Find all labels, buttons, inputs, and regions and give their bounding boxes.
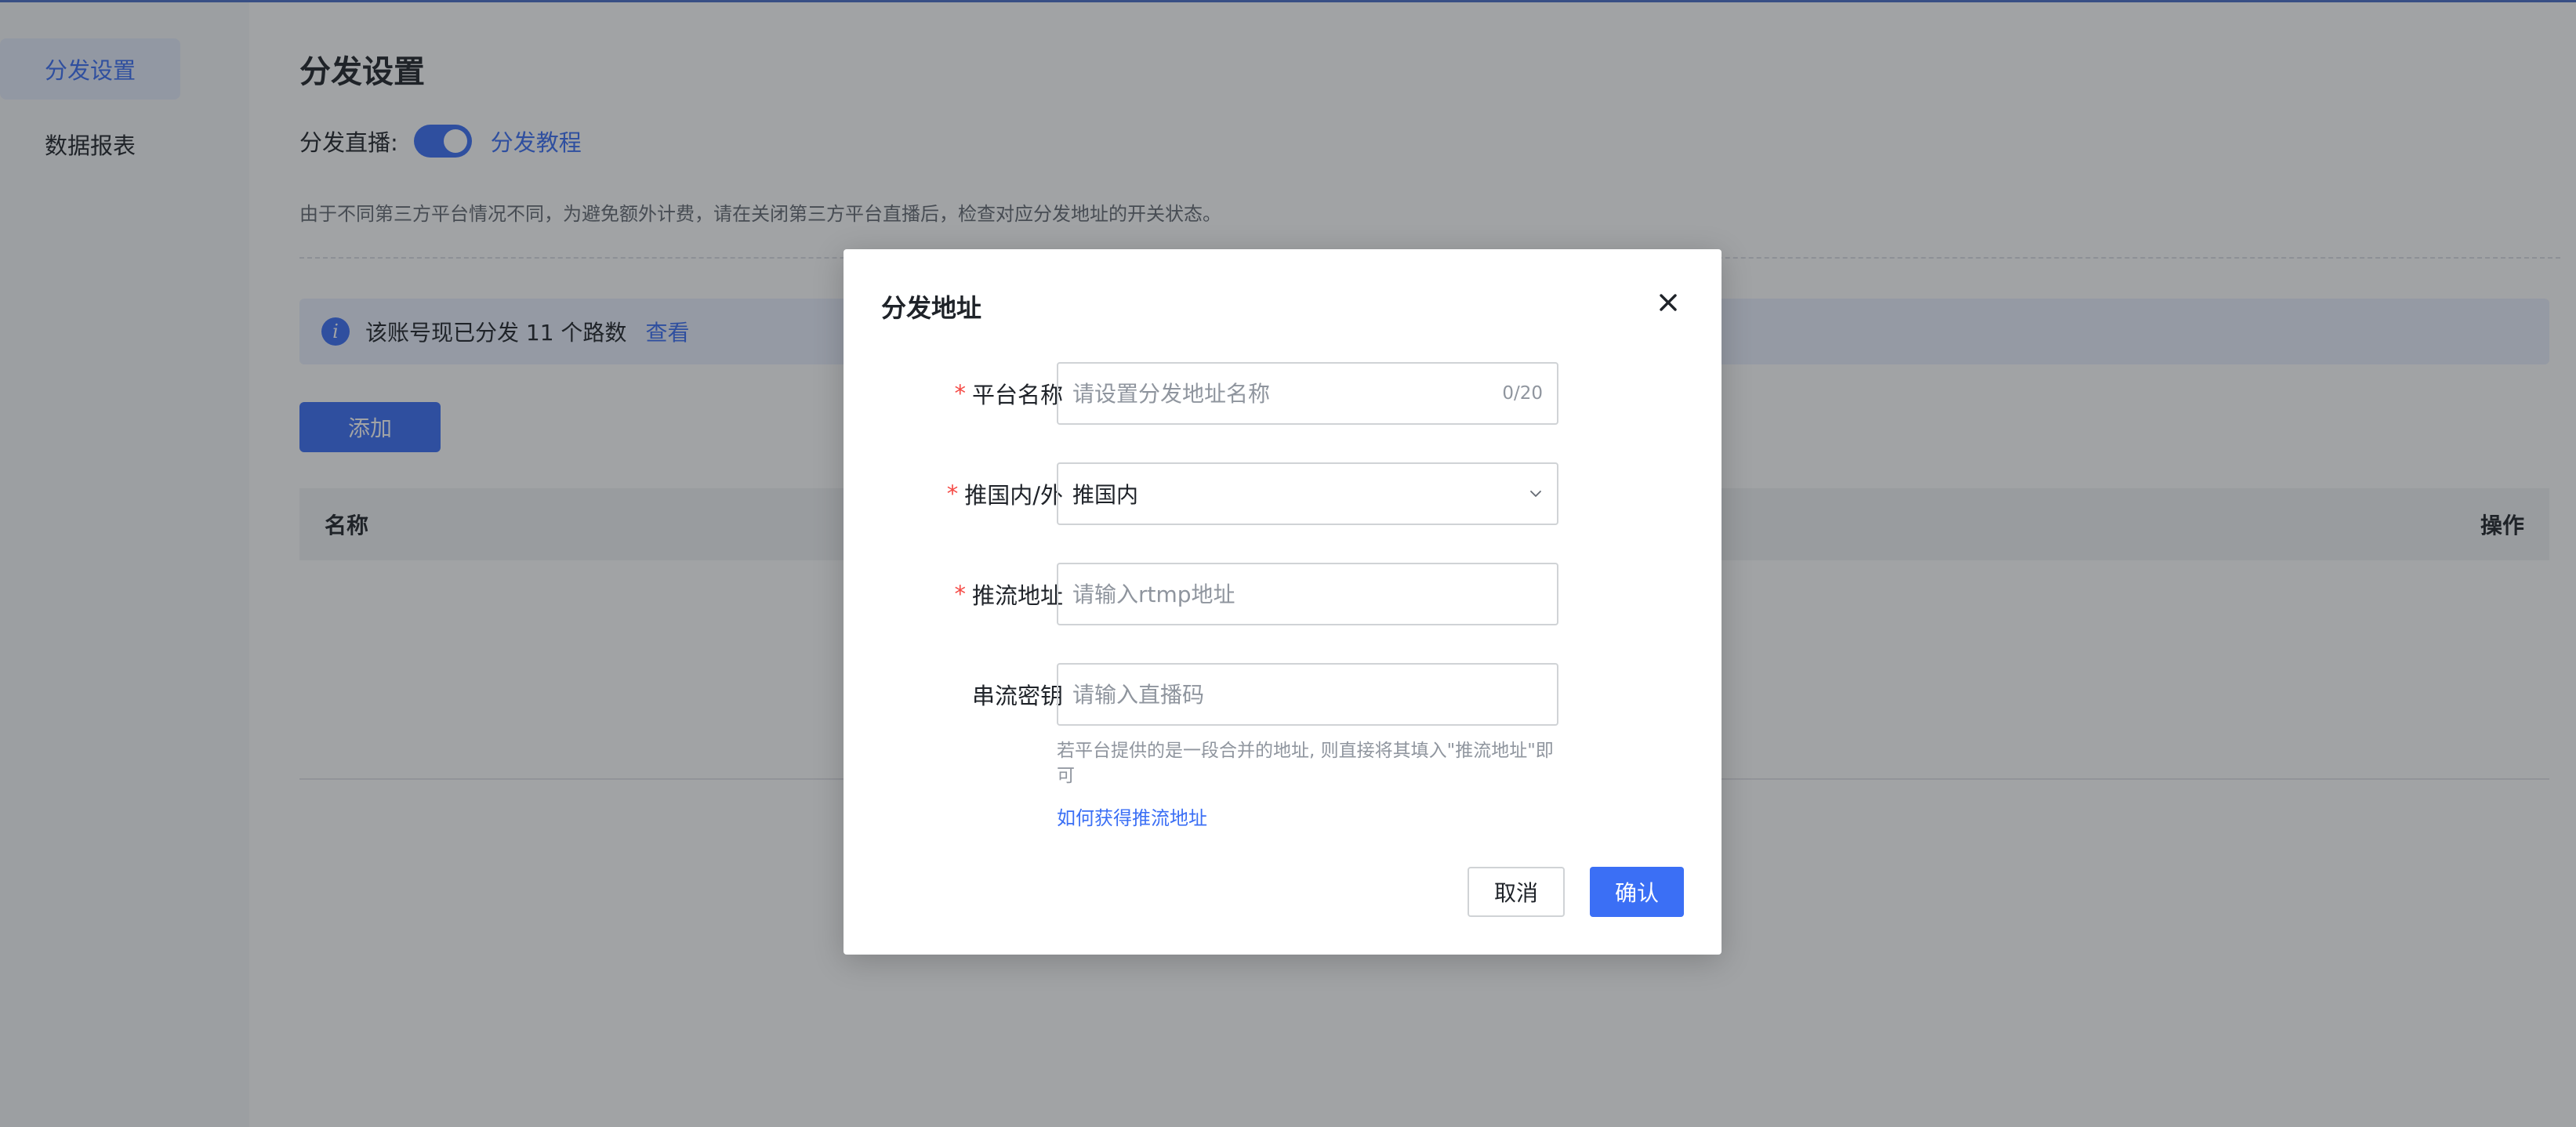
platform-name-field[interactable]: 0/20 [1057, 362, 1558, 425]
push-url-row: * 推流地址 [844, 563, 1722, 625]
region-select[interactable]: 推国内 [1057, 462, 1558, 525]
cancel-button[interactable]: 取消 [1468, 867, 1565, 917]
push-url-label-text: 推流地址 [971, 582, 1063, 609]
platform-name-label: * 平台名称 [954, 362, 1063, 425]
close-icon[interactable] [1653, 287, 1684, 318]
confirm-button[interactable]: 确认 [1590, 867, 1684, 917]
platform-name-input[interactable] [1072, 380, 1503, 407]
stream-key-input[interactable] [1072, 681, 1543, 708]
chevron-down-icon [1529, 487, 1543, 501]
required-mark: * [954, 380, 966, 407]
region-label-text: 推国内/外 [964, 482, 1063, 509]
how-to-get-push-url-link[interactable]: 如何获得推流地址 [1057, 803, 1207, 830]
push-url-field[interactable] [1057, 563, 1558, 625]
app-root: 分发设置 数据报表 分发设置 分发直播: 分发教程 由于不同第三方平台情况不同，… [0, 0, 2576, 1127]
platform-name-row: * 平台名称 0/20 [844, 362, 1722, 425]
push-url-input[interactable] [1072, 581, 1543, 607]
required-mark: * [954, 581, 966, 607]
platform-name-label-text: 平台名称 [971, 382, 1063, 408]
stream-key-row: 串流密钥 [844, 663, 1722, 726]
push-url-label: * 推流地址 [954, 563, 1063, 625]
stream-key-label-text: 串流密钥 [971, 683, 1063, 709]
region-label: * 推国内/外 [947, 462, 1063, 525]
help-text: 若平台提供的是一段合并的地址, 则直接将其填入"推流地址"即可 [1057, 741, 1554, 786]
char-counter: 0/20 [1502, 383, 1543, 404]
required-mark: * [946, 480, 959, 507]
stream-key-label: 串流密钥 [972, 663, 1063, 726]
region-row: * 推国内/外 推国内 [844, 462, 1722, 525]
stream-key-field[interactable] [1057, 663, 1558, 726]
dialog-title: 分发地址 [881, 293, 982, 323]
region-select-value: 推国内 [1072, 482, 1139, 508]
distribution-address-dialog: 分发地址 * 平台名称 0/20 * 推国内/外 推国内 [844, 249, 1722, 955]
